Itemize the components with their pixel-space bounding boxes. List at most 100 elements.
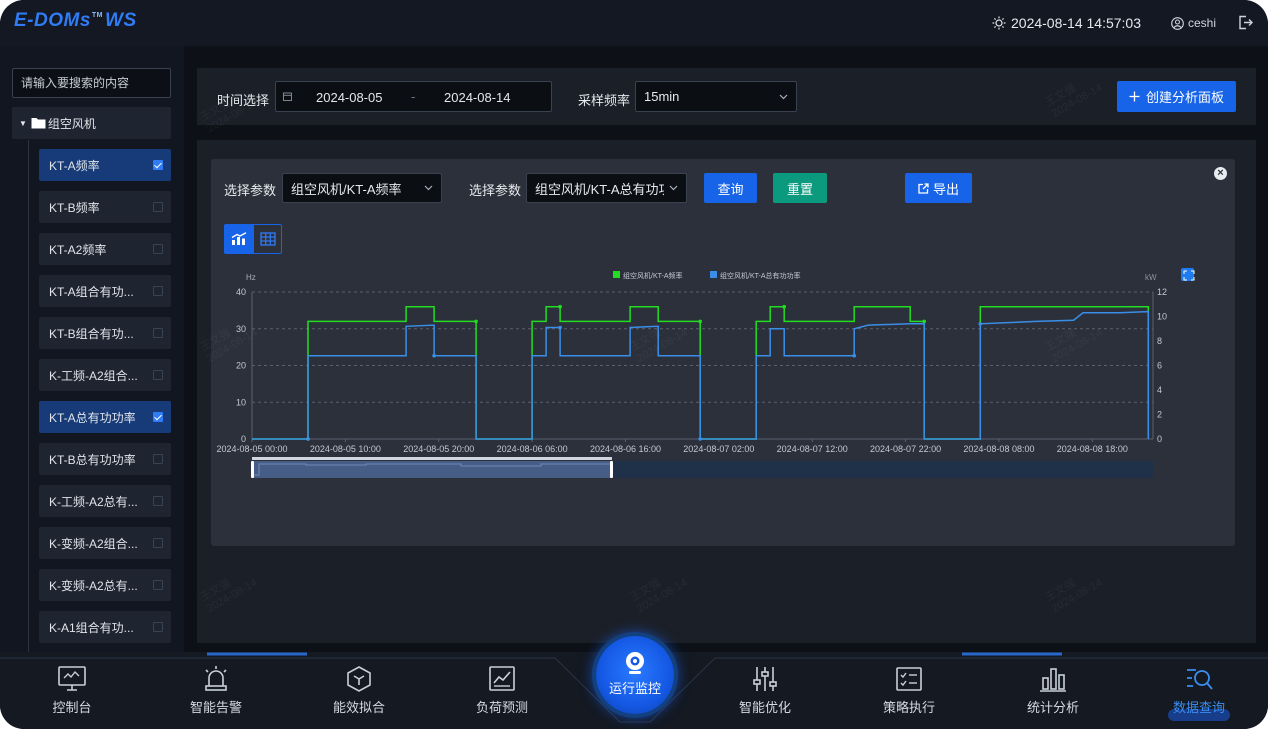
tree-item[interactable]: KT-B频率	[39, 191, 171, 223]
app-window: E-DOMsTMWS 2024-08-14 14:57:03 ceshi ▼ 组…	[0, 0, 1268, 729]
fullscreen-icon[interactable]	[1181, 268, 1194, 281]
tree-item[interactable]: KT-A频率	[39, 149, 171, 181]
tree-item-checkbox[interactable]	[153, 538, 163, 548]
calendar-icon	[283, 92, 292, 101]
search-input[interactable]	[12, 68, 171, 98]
y-right-tick-label: 8	[1157, 336, 1162, 346]
tree-item-label: K-工频-A2组合...	[49, 368, 138, 383]
cube-icon	[347, 666, 371, 692]
tree-item[interactable]: KT-B组合有功...	[39, 317, 171, 349]
logo-main: E-DOMs	[14, 10, 91, 31]
tree-item-checkbox[interactable]	[153, 622, 163, 632]
x-tick-label: 2024-08-05 20:00	[403, 444, 474, 454]
create-analysis-panel-button[interactable]: 创建分析面板	[1117, 81, 1236, 112]
folder-icon	[31, 118, 46, 129]
y-left-tick-label: 40	[236, 287, 246, 297]
nav-item-label: 数据查询	[1172, 700, 1225, 715]
nav-item[interactable]: 策略执行	[864, 664, 954, 716]
plus-icon	[1129, 91, 1140, 102]
x-tick-label: 2024-08-05 10:00	[310, 444, 381, 454]
tree-item-label: KT-A组合有功...	[49, 284, 134, 299]
tree-item-checkbox[interactable]	[153, 496, 163, 506]
caret-down-icon[interactable]: ▼	[19, 119, 27, 128]
checklist-icon	[896, 667, 922, 691]
tree-item-checkbox[interactable]	[153, 202, 163, 212]
logout-button[interactable]	[1238, 15, 1253, 35]
sidebar: ▼ 组空风机 KT-A频率 KT-B频率 KT-A2频率 KT-A组合有功... KT-…	[0, 46, 184, 652]
tree-item-checkbox[interactable]	[153, 160, 163, 170]
x-tick-label: 2024-08-06 16:00	[590, 444, 661, 454]
tree-root-label: 组空风机	[47, 116, 96, 131]
series-point	[558, 304, 562, 309]
legend-label[interactable]: 组空风机/KT-A总有功功率	[720, 271, 801, 280]
nav-item[interactable]: 智能告警	[171, 664, 261, 716]
y-right-tick-label: 6	[1157, 361, 1162, 371]
tree-item[interactable]: KT-A组合有功...	[39, 275, 171, 307]
tree-item-label: K-A1组合有功...	[49, 620, 134, 635]
zoom-handle-right[interactable]	[610, 461, 613, 478]
create-analysis-panel-label: 创建分析面板	[1145, 90, 1224, 105]
user-menu[interactable]: ceshi	[1171, 16, 1216, 30]
nav-item-label: 控制台	[52, 700, 92, 715]
nav-item-label: 统计分析	[1026, 700, 1079, 715]
nav-item[interactable]: 统计分析	[1008, 664, 1098, 716]
series-point	[852, 353, 857, 358]
y-left-tick-label: 0	[241, 434, 246, 444]
tree-root-node[interactable]: ▼ 组空风机	[12, 107, 171, 139]
tree-item-label: KT-A2频率	[49, 242, 107, 257]
top-bar: E-DOMs TM WS 2024-08-14 14:57:03 ceshi	[0, 0, 1268, 46]
logo-suffix: WS	[105, 10, 137, 31]
nav-item-center[interactable]: 运行监控	[596, 636, 674, 714]
series-point	[782, 304, 786, 309]
tree-item[interactable]: K-变频-A2组合...	[39, 527, 171, 559]
x-tick-label: 2024-08-07 02:00	[683, 444, 754, 454]
x-tick-label: 2024-08-07 12:00	[777, 444, 848, 454]
tree-item[interactable]: KT-B总有功功率	[39, 443, 171, 475]
chevron-down-icon	[779, 94, 788, 99]
tree-item[interactable]: K-A1组合有功...	[39, 611, 171, 643]
tree-item-checkbox[interactable]	[153, 244, 163, 254]
tree-item-label: KT-B总有功功率	[49, 452, 136, 467]
end-date-input[interactable]: 2024-08-14	[444, 90, 511, 105]
date-range-picker[interactable]: 2024-08-05 - 2024-08-14	[275, 81, 552, 112]
nav-item[interactable]: 控制台	[27, 664, 117, 716]
zoom-slider-bar[interactable]	[252, 457, 612, 460]
series-point	[306, 437, 310, 441]
nav-item[interactable]: 能效拟合	[314, 664, 404, 716]
y-right-tick-label: 10	[1157, 312, 1167, 322]
sampling-frequency-select[interactable]: 15min	[635, 81, 797, 112]
data-search-icon	[1187, 669, 1213, 690]
sampling-frequency-value: 15min	[644, 89, 680, 104]
series-point	[698, 437, 702, 441]
legend-swatch	[710, 271, 717, 278]
tree-item[interactable]: K-变频-A2总有...	[39, 569, 171, 601]
nav-item[interactable]: 数据查询	[1154, 664, 1244, 716]
nav-item[interactable]: 智能优化	[720, 664, 810, 716]
series-point	[922, 319, 927, 324]
series-point	[558, 325, 562, 330]
tree-item[interactable]: KT-A2频率	[39, 233, 171, 265]
tree-item[interactable]: KT-A总有功功率	[39, 401, 171, 433]
nav-item-label: 负荷预测	[475, 700, 528, 715]
tree-item-label: KT-A总有功功率	[49, 410, 136, 425]
camera-icon	[626, 652, 644, 674]
date-separator: -	[411, 89, 416, 104]
start-date-input[interactable]: 2024-08-05	[316, 90, 383, 105]
tree-item[interactable]: K-工频-A2总有...	[39, 485, 171, 517]
tree-item-checkbox[interactable]	[153, 580, 163, 590]
tree-item-checkbox[interactable]	[153, 286, 163, 296]
nav-item-label: 能效拟合	[332, 700, 385, 715]
zoom-handle-left[interactable]	[251, 461, 254, 478]
tree-item-checkbox[interactable]	[153, 412, 163, 422]
tree-item-label: K-变频-A2组合...	[49, 536, 138, 551]
nav-item-label: 运行监控	[608, 681, 661, 696]
tree-item-checkbox[interactable]	[153, 328, 163, 338]
legend-label[interactable]: 组空风机/KT-A频率	[623, 271, 683, 280]
tree-item-checkbox[interactable]	[153, 454, 163, 464]
tree-item[interactable]: K-工频-A2组合...	[39, 359, 171, 391]
tree-item-checkbox[interactable]	[153, 370, 163, 380]
x-tick-label: 2024-08-08 18:00	[1057, 444, 1128, 454]
nav-item[interactable]: 负荷预测	[457, 664, 547, 716]
nav-item-label: 智能告警	[189, 700, 242, 715]
tree-item-label: K-工频-A2总有...	[49, 494, 138, 509]
